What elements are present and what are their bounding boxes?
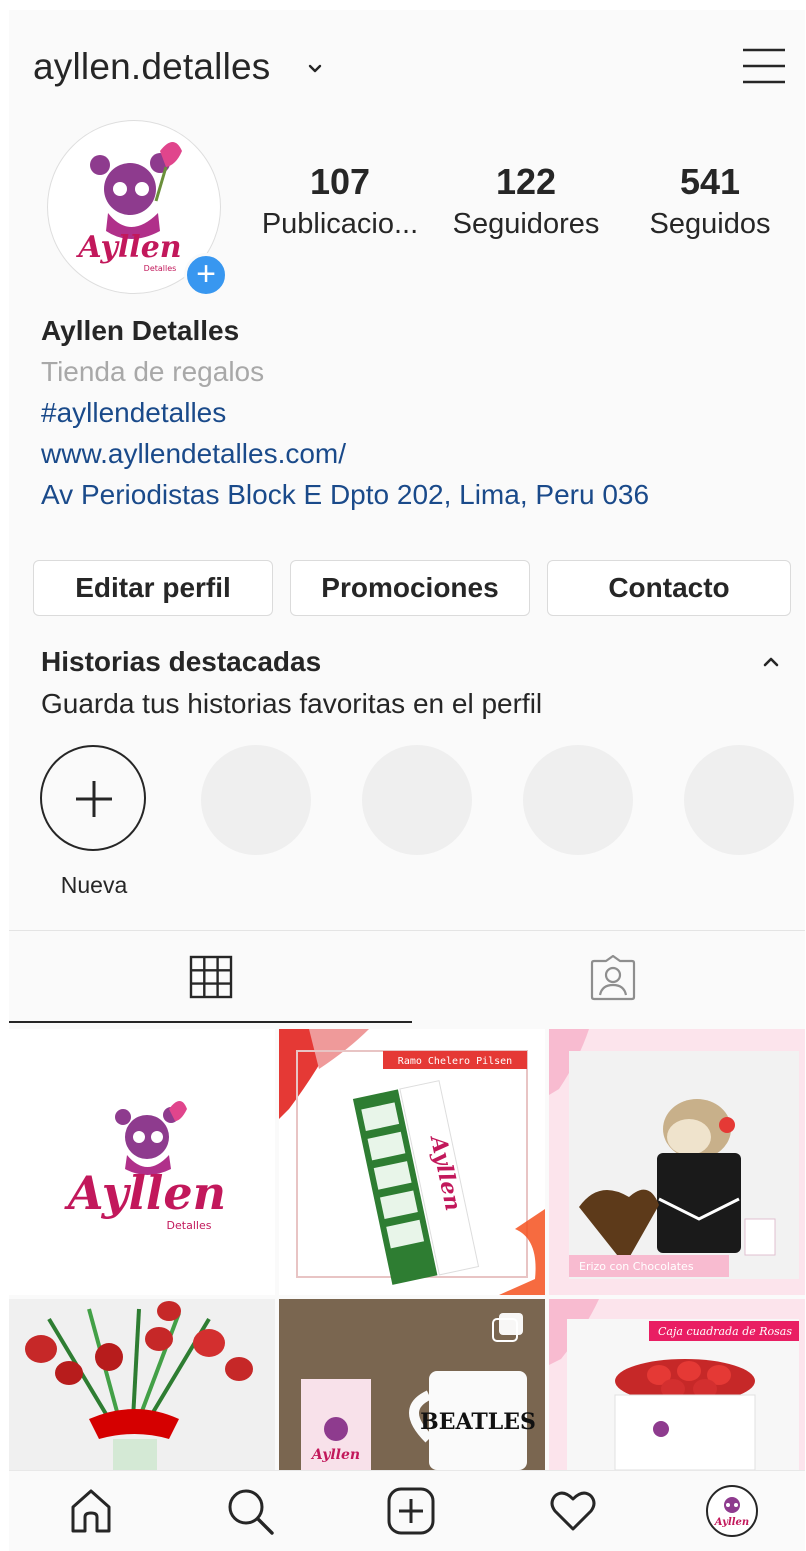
post-thumbnail[interactable]: Erizo con Chocolates <box>549 1029 805 1295</box>
highlight-placeholder <box>201 745 311 855</box>
bouquet-beer-image: Ramo Chelero Pilsen Ayllen <box>279 1029 545 1295</box>
hamburger-menu-icon[interactable] <box>741 46 787 86</box>
profile-bio: Ayllen Detalles Tienda de regalos #aylle… <box>41 310 781 515</box>
highlight-placeholder <box>684 745 794 855</box>
add-story-plus-icon[interactable]: + <box>184 253 228 297</box>
post-thumbnail[interactable]: Ayllen Detalles <box>9 1029 275 1295</box>
stat-followers[interactable]: 122 Seguidores <box>441 160 611 244</box>
highlight-placeholder <box>362 745 472 855</box>
ayllen-logo-icon: Ayllen Detalles <box>64 1101 226 1232</box>
svg-text:Ayllen: Ayllen <box>75 230 181 265</box>
tab-tagged[interactable] <box>407 935 805 1023</box>
new-post-icon[interactable] <box>385 1485 437 1537</box>
svg-text:BEATLES: BEATLES <box>420 1409 536 1435</box>
svg-text:Ayllen: Ayllen <box>714 1517 749 1528</box>
svg-text:Detalles: Detalles <box>167 1219 212 1232</box>
followers-label: Seguidores <box>452 208 600 240</box>
bottom-navigation: Ayllen <box>9 1470 805 1551</box>
stat-following[interactable]: 541 Seguidos <box>625 160 795 244</box>
profile-tab-avatar[interactable]: Ayllen <box>706 1485 758 1537</box>
stat-posts[interactable]: 107 Publicacio... <box>255 160 425 244</box>
post-thumbnail[interactable]: Ayllen BEATLES <box>279 1299 545 1470</box>
highlights-subtitle: Guarda tus historias favoritas en el per… <box>41 688 543 719</box>
followers-count: 122 <box>495 161 557 202</box>
post-thumbnail[interactable]: Ramo Chelero Pilsen Ayllen <box>279 1029 545 1295</box>
svg-text:Detalles: Detalles <box>144 264 177 273</box>
grid-icon <box>189 955 233 999</box>
plus-icon <box>76 781 112 817</box>
following-label: Seguidos <box>649 208 771 240</box>
website-link[interactable]: www.ayllendetalles.com/ <box>41 433 781 474</box>
svg-text:Ayllen: Ayllen <box>64 1166 226 1220</box>
hashtag-link[interactable]: #ayllendetalles <box>41 392 781 433</box>
svg-text:Ramo Chelero Pilsen: Ramo Chelero Pilsen <box>398 1056 512 1067</box>
hedgehog-chocolates-image: Erizo con Chocolates <box>549 1029 799 1279</box>
search-icon[interactable] <box>224 1485 276 1537</box>
profile-name: Ayllen Detalles <box>41 315 240 346</box>
profile-screen: ayllen.detalles Ayllen Detalles + 107 Pu… <box>9 10 805 1551</box>
chevron-down-icon[interactable] <box>305 62 325 76</box>
highlight-placeholder <box>523 745 633 855</box>
highlights-title: Historias destacadas <box>41 646 322 677</box>
tagged-person-icon <box>590 955 636 1001</box>
posts-label: Publicacio... <box>261 208 419 240</box>
beatles-mug-image: Ayllen BEATLES <box>279 1299 545 1470</box>
tab-grid[interactable] <box>9 935 407 1023</box>
post-thumbnail[interactable] <box>9 1299 275 1470</box>
heart-icon[interactable] <box>547 1485 599 1537</box>
svg-text:Caja cuadrada de Rosas: Caja cuadrada de Rosas <box>658 1325 792 1338</box>
edit-profile-button[interactable]: Editar perfil <box>33 560 273 616</box>
home-icon[interactable] <box>65 1485 117 1537</box>
new-highlight-label: Nueva <box>60 872 128 898</box>
post-thumbnail[interactable]: Caja cuadrada de Rosas <box>549 1299 805 1470</box>
profile-header: ayllen.detalles <box>9 10 805 120</box>
red-tulips-image <box>25 1301 253 1470</box>
rose-box-image: Caja cuadrada de Rosas <box>549 1299 799 1470</box>
following-count: 541 <box>679 161 741 202</box>
new-highlight-button[interactable] <box>40 745 146 851</box>
profile-category: Tienda de regalos <box>41 356 265 387</box>
posts-count: 107 <box>309 161 371 202</box>
chevron-up-icon[interactable] <box>761 655 781 669</box>
svg-text:Ayllen: Ayllen <box>310 1447 360 1463</box>
profile-stats: 107 Publicacio... 122 Seguidores 541 Seg… <box>255 160 795 260</box>
promotions-button[interactable]: Promociones <box>290 560 530 616</box>
tab-active-indicator <box>9 1021 412 1023</box>
svg-text:Erizo con Chocolates: Erizo con Chocolates <box>579 1260 694 1273</box>
username-switcher[interactable]: ayllen.detalles <box>33 46 270 88</box>
ayllen-logo-icon: Ayllen <box>714 1497 749 1528</box>
address-link[interactable]: Av Periodistas Block E Dpto 202, Lima, P… <box>41 474 781 515</box>
tabs-divider <box>9 930 805 931</box>
contact-button[interactable]: Contacto <box>547 560 791 616</box>
